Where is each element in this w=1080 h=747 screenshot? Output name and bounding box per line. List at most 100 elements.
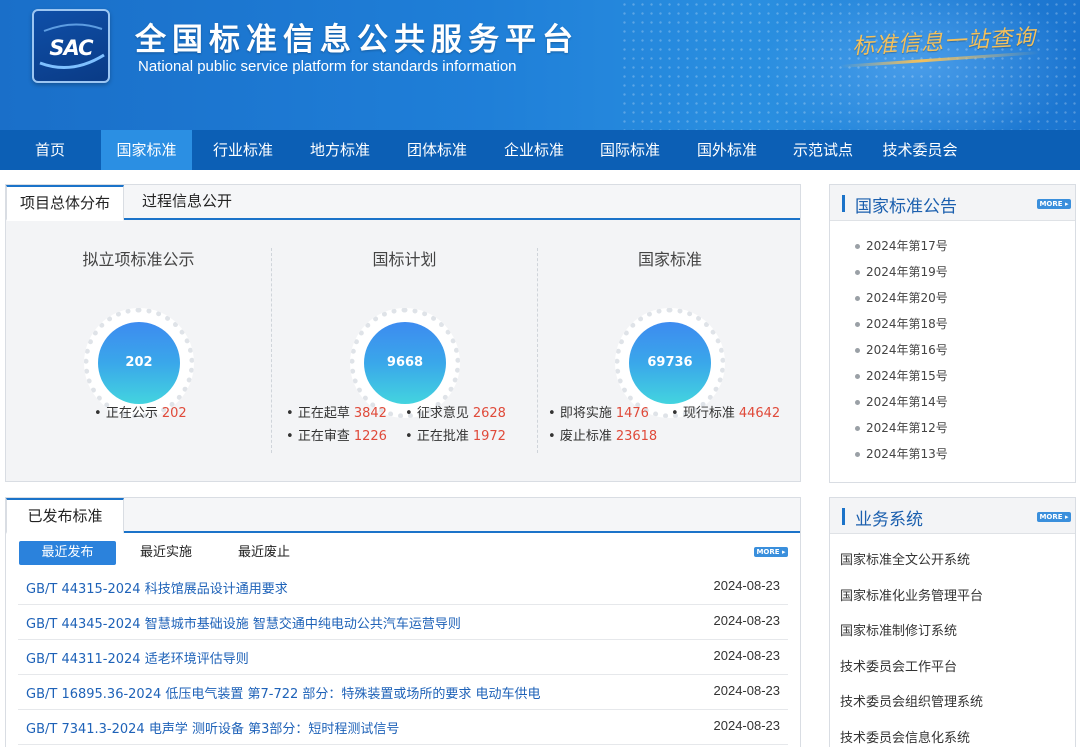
stat-label: 正在审查: [297, 429, 350, 444]
stat-item[interactable]: • 正在审查 1226: [286, 425, 387, 444]
subtab-recently-published[interactable]: 最近发布: [19, 541, 116, 565]
nav-home[interactable]: 首页: [0, 130, 100, 170]
nav-demonstration-pilots[interactable]: 示范试点: [777, 130, 869, 170]
stat-value: 44642: [738, 406, 781, 421]
announcement-link[interactable]: 2024年第20号: [855, 289, 948, 306]
tab-published-standards[interactable]: 已发布标准: [6, 498, 124, 534]
published-standards-panel: 已发布标准 最近发布 最近实施 最近废止 MORE ▸ GB/T 44315-2…: [5, 497, 801, 747]
system-link[interactable]: 国家标准全文公开系统: [840, 549, 970, 568]
stat-total[interactable]: 69736: [629, 322, 711, 404]
system-link[interactable]: 技术委员会工作平台: [840, 656, 957, 675]
subtab-recently-abolished[interactable]: 最近废止: [224, 541, 304, 565]
announcement-label: 2024年第17号: [866, 239, 948, 253]
announcement-link[interactable]: 2024年第15号: [855, 367, 948, 384]
nav-foreign-standards[interactable]: 国外标准: [681, 130, 773, 170]
stat-total[interactable]: 202: [98, 322, 180, 404]
announcements-title: 国家标准公告: [855, 197, 957, 217]
header-accent-bar: [842, 508, 845, 525]
standard-date: 2024-08-23: [713, 683, 781, 698]
standard-title-link[interactable]: GB/T 44311-2024 适老环境评估导则: [26, 648, 249, 667]
bullet-icon: [855, 270, 860, 275]
stat-item[interactable]: • 正在起草 3842: [286, 402, 387, 421]
stat-value: 3842: [353, 406, 387, 421]
stat-item[interactable]: • 正在公示 202: [94, 402, 187, 421]
bullet-icon: [855, 374, 860, 379]
standard-title-link[interactable]: GB/T 7341.3-2024 电声学 测听设备 第3部分：短时程测试信号: [26, 718, 399, 737]
system-link[interactable]: 技术委员会信息化系统: [840, 727, 970, 746]
system-link[interactable]: 技术委员会组织管理系统: [840, 691, 983, 710]
stat-column-national: 国家标准 69736 • 即将实施 1476 • 现行标准 44642 • 废止标准…: [538, 220, 802, 482]
bullet-icon: [855, 452, 860, 457]
stat-column-plans: 国标计划 9668 • 正在起草 3842 • 征求意见 2628 • 正在审查 12…: [272, 220, 537, 482]
stat-item[interactable]: • 现行标准 44642: [671, 402, 780, 421]
standard-row[interactable]: GB/T 44315-2024 科技馆展品设计通用要求 2024-08-23: [18, 570, 788, 605]
stat-item[interactable]: • 废止标准 23618: [548, 425, 657, 444]
announcement-link[interactable]: 2024年第18号: [855, 315, 948, 332]
standard-row[interactable]: GB/T 44345-2024 智慧城市基础设施 智慧交通中纯电动公共汽车运营导…: [18, 605, 788, 640]
stat-label: 废止标准: [559, 429, 612, 444]
announcement-link[interactable]: 2024年第12号: [855, 419, 948, 436]
stat-total[interactable]: 9668: [364, 322, 446, 404]
standard-row[interactable]: GB/T 16895.36-2024 低压电气装置 第7-722 部分：特殊装置…: [18, 675, 788, 710]
stat-value: 1972: [472, 429, 506, 444]
stat-value: 202: [161, 406, 187, 421]
stat-value: 1476: [615, 406, 649, 421]
announcement-label: 2024年第16号: [866, 343, 948, 357]
subtab-recently-implemented[interactable]: 最近实施: [126, 541, 206, 565]
announcements-more-button[interactable]: MORE ▸: [1037, 199, 1071, 209]
stat-label: 征求意见: [416, 406, 469, 421]
header-accent-bar: [842, 195, 845, 212]
tab-project-distribution[interactable]: 项目总体分布: [6, 185, 124, 221]
nav-international-standards[interactable]: 国际标准: [584, 130, 676, 170]
announcement-label: 2024年第13号: [866, 447, 948, 461]
announcement-label: 2024年第19号: [866, 265, 948, 279]
tab-process-disclosure[interactable]: 过程信息公开: [128, 185, 246, 220]
announcement-link[interactable]: 2024年第17号: [855, 237, 948, 254]
nav-enterprise-standards[interactable]: 企业标准: [488, 130, 580, 170]
business-systems-panel: 业务系统 MORE ▸ 国家标准全文公开系统 国家标准化业务管理平台 国家标准制…: [829, 497, 1076, 747]
standard-title-link[interactable]: GB/T 44315-2024 科技馆展品设计通用要求: [26, 578, 288, 597]
standard-title-link[interactable]: GB/T 16895.36-2024 低压电气装置 第7-722 部分：特殊装置…: [26, 683, 541, 702]
system-link[interactable]: 国家标准化业务管理平台: [840, 585, 983, 604]
stat-title: 拟立项标准公示: [82, 250, 195, 269]
announcement-link[interactable]: 2024年第14号: [855, 393, 948, 410]
nav-national-standards[interactable]: 国家标准: [101, 130, 192, 170]
published-more-button[interactable]: MORE ▸: [754, 547, 788, 557]
nav-local-standards[interactable]: 地方标准: [294, 130, 386, 170]
sac-logo[interactable]: SAC: [32, 9, 110, 83]
bullet-icon: [855, 296, 860, 301]
systems-header: 业务系统 MORE ▸: [830, 498, 1075, 534]
stat-column-proposed: 拟立项标准公示 202 • 正在公示 202: [6, 220, 271, 482]
standard-row[interactable]: GB/T 44311-2024 适老环境评估导则 2024-08-23: [18, 640, 788, 675]
stat-item[interactable]: • 征求意见 2628: [405, 402, 506, 421]
standard-title-link[interactable]: GB/T 44345-2024 智慧城市基础设施 智慧交通中纯电动公共汽车运营导…: [26, 613, 461, 632]
stat-item[interactable]: • 正在批准 1972: [405, 425, 506, 444]
stat-label: 现行标准: [682, 406, 735, 421]
announcement-label: 2024年第14号: [866, 395, 948, 409]
standard-row[interactable]: GB/T 7341.3-2024 电声学 测听设备 第3部分：短时程测试信号 2…: [18, 710, 788, 745]
announcements-header: 国家标准公告 MORE ▸: [830, 185, 1075, 221]
site-subtitle: National public service platform for sta…: [138, 58, 517, 75]
stat-label: 正在起草: [297, 406, 350, 421]
nav-technical-committees[interactable]: 技术委员会: [870, 130, 970, 170]
stat-value: 2628: [472, 406, 506, 421]
system-link[interactable]: 国家标准制修订系统: [840, 620, 957, 639]
systems-more-button[interactable]: MORE ▸: [1037, 512, 1071, 522]
stat-value: 1226: [353, 429, 387, 444]
announcement-link[interactable]: 2024年第19号: [855, 263, 948, 280]
bullet-icon: [855, 322, 860, 327]
announcement-link[interactable]: 2024年第16号: [855, 341, 948, 358]
stat-item[interactable]: • 即将实施 1476: [548, 402, 649, 421]
nav-industry-standards[interactable]: 行业标准: [197, 130, 289, 170]
nav-group-standards[interactable]: 团体标准: [391, 130, 483, 170]
standard-date: 2024-08-23: [713, 613, 781, 628]
logo-text: SAC: [49, 36, 93, 60]
announcement-link[interactable]: 2024年第13号: [855, 445, 948, 462]
stat-title: 国家标准: [637, 250, 702, 269]
overview-tabbar: 项目总体分布 过程信息公开: [6, 185, 800, 221]
stat-value: 23618: [615, 429, 658, 444]
announcement-label: 2024年第18号: [866, 317, 948, 331]
standard-date: 2024-08-23: [713, 578, 781, 593]
bullet-icon: [855, 426, 860, 431]
announcements-panel: 国家标准公告 MORE ▸ 2024年第17号 2024年第19号 2024年第…: [829, 184, 1076, 483]
